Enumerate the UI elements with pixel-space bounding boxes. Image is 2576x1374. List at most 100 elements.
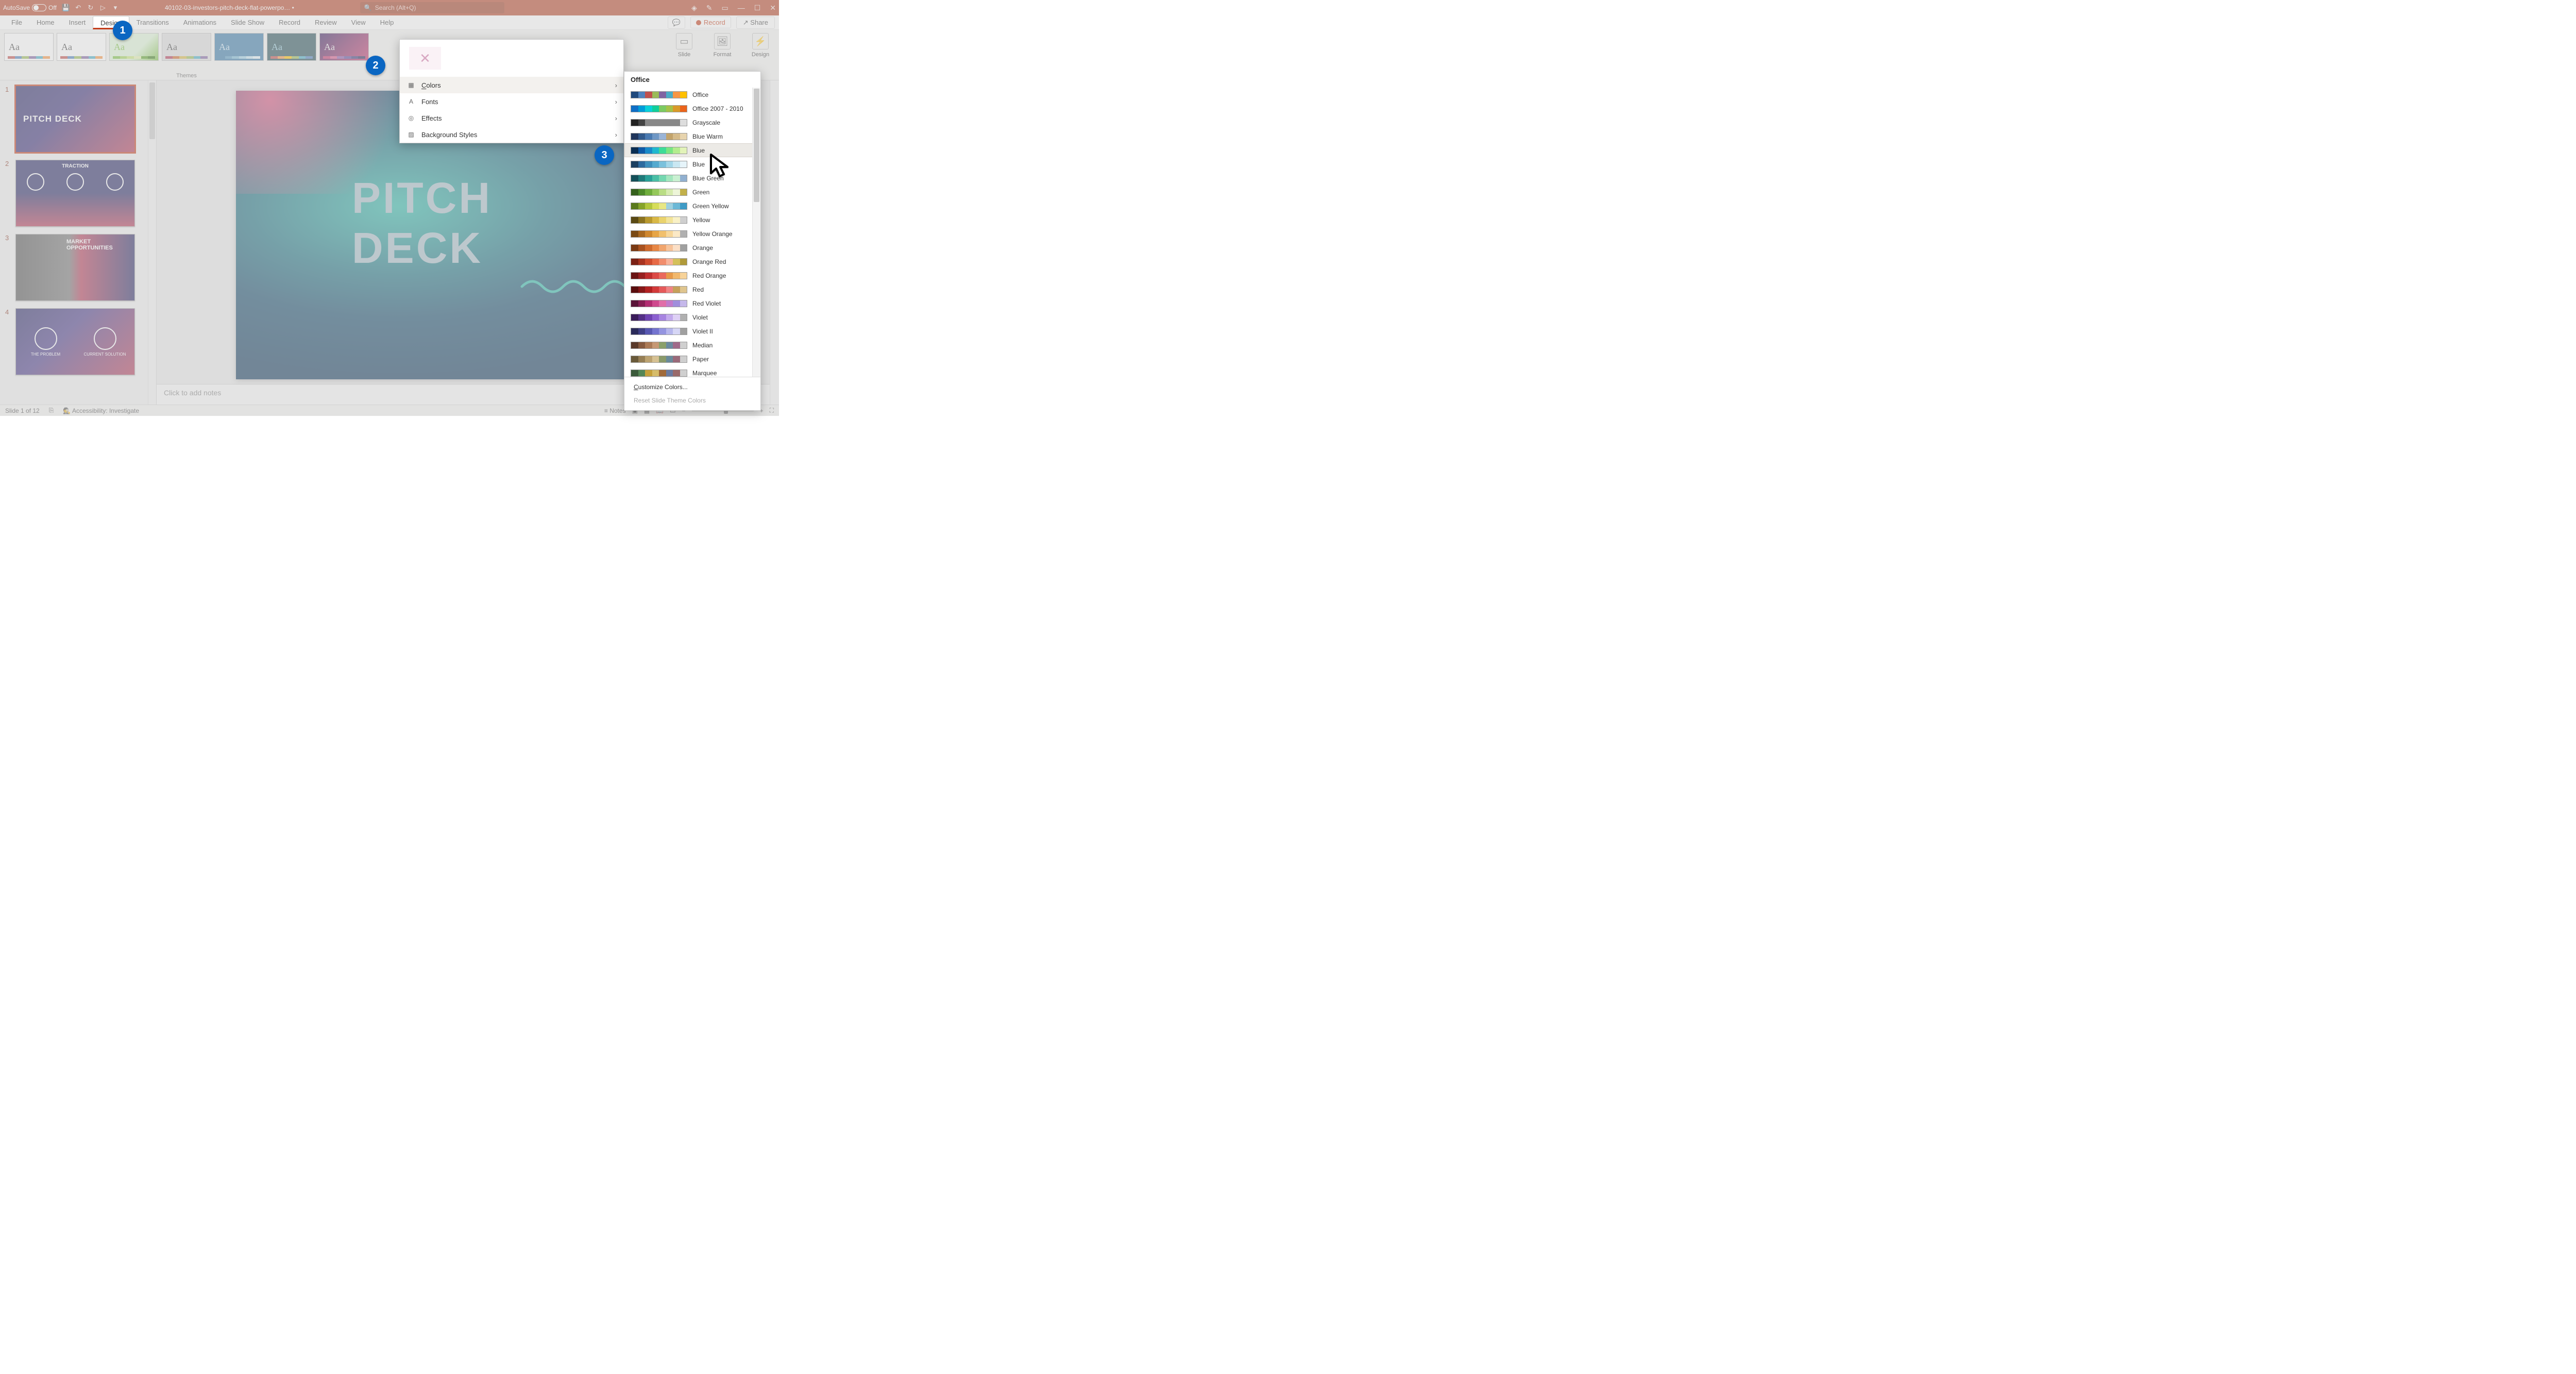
document-title: 40102-03-investors-pitch-deck-flat-power… bbox=[161, 4, 298, 11]
thumbnails-scrollbar[interactable] bbox=[148, 80, 156, 405]
themes-gallery[interactable]: Aa Aa Aa Aa Aa Aa Aa bbox=[4, 33, 369, 61]
undo-icon[interactable]: ↶ bbox=[74, 4, 82, 12]
fit-to-window-icon[interactable]: ⛶ bbox=[770, 407, 774, 414]
color-scheme-item[interactable]: Blue bbox=[624, 157, 760, 171]
flyout-scrollbar[interactable] bbox=[752, 88, 760, 377]
slide-number: 4 bbox=[5, 308, 11, 375]
tab-slideshow[interactable]: Slide Show bbox=[224, 16, 272, 29]
qat-dropdown-icon[interactable]: ▾ bbox=[111, 4, 120, 12]
color-scheme-item[interactable]: Red bbox=[624, 282, 760, 296]
notes-button[interactable]: ≡ Notes bbox=[604, 407, 626, 414]
slide-thumbnail[interactable]: PITCH DECK bbox=[15, 86, 135, 153]
color-scheme-item[interactable]: Green bbox=[624, 185, 760, 199]
color-swatch-strip bbox=[631, 147, 687, 154]
tab-help[interactable]: Help bbox=[373, 16, 401, 29]
slide-thumbnail[interactable]: MARKET OPPORTUNITIES bbox=[15, 234, 135, 301]
color-swatch-strip bbox=[631, 175, 687, 182]
tab-review[interactable]: Review bbox=[308, 16, 344, 29]
tab-home[interactable]: Home bbox=[29, 16, 62, 29]
menu-item-effects[interactable]: ◎Effects› bbox=[400, 110, 623, 126]
tab-transitions[interactable]: Transitions bbox=[129, 16, 176, 29]
accessibility-status[interactable]: 🕵 Accessibility: Investigate bbox=[63, 407, 139, 414]
tab-record[interactable]: Record bbox=[272, 16, 308, 29]
record-button[interactable]: Record bbox=[690, 16, 731, 28]
share-button[interactable]: ↗ Share bbox=[736, 16, 775, 29]
slide-thumbnail[interactable]: TRACTION bbox=[15, 160, 135, 227]
color-scheme-label: Orange bbox=[692, 244, 713, 252]
tab-view[interactable]: View bbox=[344, 16, 373, 29]
close-icon[interactable]: ✕ bbox=[770, 4, 776, 12]
color-scheme-list: Office Office 2007 - 2010GrayscaleBlue Wa… bbox=[624, 88, 760, 377]
color-scheme-item[interactable]: Grayscale bbox=[624, 115, 760, 129]
theme-thumb[interactable]: Aa bbox=[214, 33, 264, 61]
slide-thumbnail-item[interactable]: 2 TRACTION bbox=[5, 160, 153, 227]
color-scheme-item[interactable]: Violet II bbox=[624, 324, 760, 338]
search-box[interactable]: 🔍 Search (Alt+Q) bbox=[360, 2, 504, 13]
menu-item-colors[interactable]: ▦Colors› bbox=[400, 77, 623, 93]
tab-file[interactable]: File bbox=[4, 16, 29, 29]
slide-thumbnail-item[interactable]: 4 THE PROBLEM CURRENT SOLUTION bbox=[5, 308, 153, 375]
step-badge-1: 1 bbox=[113, 21, 132, 40]
color-scheme-item[interactable]: Violet bbox=[624, 310, 760, 324]
fonts-icon: A bbox=[407, 98, 415, 105]
customize-colors-item[interactable]: Customize Colors... bbox=[624, 380, 760, 394]
minimize-icon[interactable]: — bbox=[738, 4, 745, 12]
maximize-icon[interactable]: ☐ bbox=[754, 4, 761, 12]
menu-item-background-styles[interactable]: ▨Background Styles› bbox=[400, 126, 623, 143]
color-scheme-item[interactable]: Red Orange bbox=[624, 269, 760, 282]
save-icon[interactable]: 💾 bbox=[62, 4, 70, 12]
color-scheme-label: Yellow bbox=[692, 216, 710, 224]
diamond-icon[interactable]: ◈ bbox=[691, 4, 697, 12]
color-scheme-item[interactable]: Median bbox=[624, 338, 760, 352]
language-icon[interactable]: ⎘ bbox=[49, 407, 54, 414]
color-scheme-item[interactable]: Green Yellow bbox=[624, 199, 760, 213]
editor-scrollbar[interactable] bbox=[770, 80, 779, 405]
color-swatch-strip bbox=[631, 203, 687, 210]
mic-icon[interactable]: ✎ bbox=[706, 4, 713, 12]
color-scheme-item[interactable]: Office 2007 - 2010 bbox=[624, 102, 760, 115]
color-scheme-item[interactable]: Paper bbox=[624, 352, 760, 366]
color-scheme-item[interactable]: Blue Warm bbox=[624, 129, 760, 143]
colors-icon: ▦ bbox=[407, 81, 415, 89]
color-swatch-strip bbox=[631, 230, 687, 238]
comments-button[interactable]: 💬 bbox=[668, 16, 685, 29]
color-swatch-strip bbox=[631, 356, 687, 363]
slide-thumbnail-item[interactable]: 1 PITCH DECK bbox=[5, 86, 153, 153]
theme-thumb[interactable]: Aa bbox=[4, 33, 54, 61]
thumb-title: MARKET OPPORTUNITIES bbox=[66, 239, 130, 251]
color-scheme-item[interactable]: Red Violet bbox=[624, 296, 760, 310]
autosave-state: Off bbox=[48, 4, 57, 11]
theme-thumb[interactable]: Aa bbox=[267, 33, 316, 61]
design-ideas-button[interactable]: ⚡Design bbox=[746, 33, 775, 71]
menu-label: Background Styles bbox=[421, 131, 477, 139]
thumb-label: THE PROBLEM bbox=[31, 352, 60, 357]
variants-dropdown: ✕ ▦Colors› AFonts› ◎Effects› ▨Background… bbox=[399, 39, 624, 143]
chevron-right-icon: › bbox=[615, 81, 617, 89]
redo-icon[interactable]: ↻ bbox=[87, 4, 95, 12]
color-scheme-label: Office bbox=[692, 91, 708, 98]
tab-animations[interactable]: Animations bbox=[176, 16, 224, 29]
slide-size-button[interactable]: ▭Slide bbox=[670, 33, 699, 71]
color-scheme-item[interactable]: Marquee bbox=[624, 366, 760, 377]
theme-thumb[interactable]: Aa bbox=[319, 33, 369, 61]
format-background-button[interactable]: 🖼Format bbox=[708, 33, 737, 71]
theme-thumb[interactable]: Aa bbox=[57, 33, 106, 61]
thumb-title: TRACTION bbox=[16, 163, 134, 169]
slide-thumbnail[interactable]: THE PROBLEM CURRENT SOLUTION bbox=[15, 308, 135, 375]
color-scheme-item[interactable]: Blue Green bbox=[624, 171, 760, 185]
color-swatch-strip bbox=[631, 133, 687, 140]
color-scheme-item[interactable]: Yellow bbox=[624, 213, 760, 227]
start-from-beginning-icon[interactable]: ▷ bbox=[99, 4, 107, 12]
menu-item-fonts[interactable]: AFonts› bbox=[400, 93, 623, 110]
autosave-toggle[interactable]: AutoSave Off bbox=[3, 4, 57, 11]
color-scheme-label: Violet II bbox=[692, 328, 713, 335]
color-scheme-item[interactable]: Office bbox=[624, 88, 760, 102]
theme-thumb[interactable]: Aa bbox=[162, 33, 211, 61]
color-scheme-item[interactable]: Yellow Orange bbox=[624, 227, 760, 241]
ribbon-display-icon[interactable]: ▭ bbox=[721, 4, 728, 12]
slide-thumbnail-item[interactable]: 3 MARKET OPPORTUNITIES bbox=[5, 234, 153, 301]
tab-insert[interactable]: Insert bbox=[62, 16, 93, 29]
color-scheme-item[interactable]: Orange Red bbox=[624, 255, 760, 269]
color-scheme-item[interactable]: Blue bbox=[624, 143, 760, 157]
color-scheme-item[interactable]: Orange bbox=[624, 241, 760, 255]
